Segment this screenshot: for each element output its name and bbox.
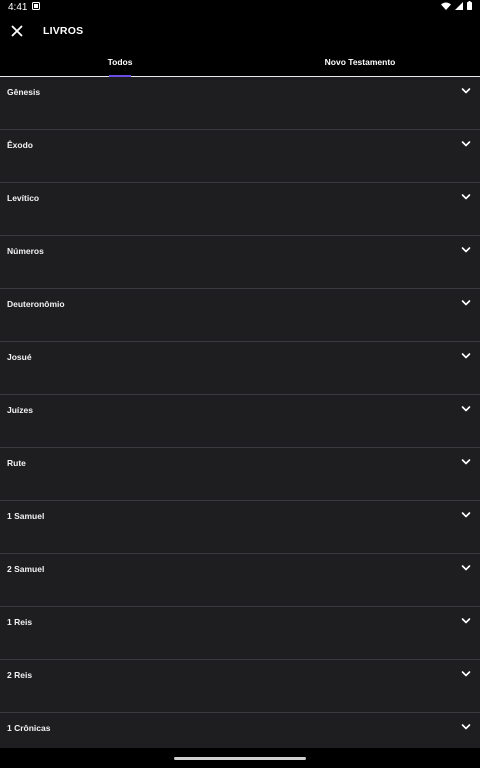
book-row-juizes[interactable]: Juízes	[0, 395, 480, 448]
book-name: 2 Samuel	[7, 564, 45, 574]
chevron-down-icon[interactable]	[460, 297, 472, 309]
chevron-down-icon[interactable]	[460, 509, 472, 521]
chevron-down-icon[interactable]	[460, 85, 472, 97]
close-button[interactable]	[7, 21, 27, 41]
book-name: Gênesis	[7, 87, 41, 97]
book-list: Gênesis Êxodo Levítico Números Deuteronô…	[0, 77, 480, 748]
book-name: Josué	[7, 352, 32, 362]
chevron-down-icon[interactable]	[460, 191, 472, 203]
book-name: Números	[7, 246, 44, 256]
book-row-exodo[interactable]: Êxodo	[0, 130, 480, 183]
book-row-josue[interactable]: Josué	[0, 342, 480, 395]
book-name: 2 Reis	[7, 670, 33, 680]
wifi-icon	[441, 2, 451, 13]
book-row-1-samuel[interactable]: 1 Samuel	[0, 501, 480, 554]
home-indicator[interactable]	[174, 757, 306, 760]
book-row-numeros[interactable]: Números	[0, 236, 480, 289]
book-row-2-samuel[interactable]: 2 Samuel	[0, 554, 480, 607]
book-row-rute[interactable]: Rute	[0, 448, 480, 501]
book-name: Rute	[7, 458, 26, 468]
chevron-down-icon[interactable]	[460, 668, 472, 680]
book-row-2-reis[interactable]: 2 Reis	[0, 660, 480, 713]
tab-todos[interactable]: Todos	[0, 48, 240, 76]
chevron-down-icon[interactable]	[460, 138, 472, 150]
notification-icon	[32, 1, 41, 13]
app-bar: LIVROS	[0, 14, 480, 48]
book-name: 1 Reis	[7, 617, 33, 627]
close-icon	[11, 25, 23, 37]
chevron-down-icon[interactable]	[460, 244, 472, 256]
book-name: Deuteronômio	[7, 299, 65, 309]
chevron-down-icon[interactable]	[460, 350, 472, 362]
tab-novo-testamento[interactable]: Novo Testamento	[240, 48, 480, 76]
chevron-down-icon[interactable]	[460, 403, 472, 415]
status-time: 4:41	[8, 1, 28, 13]
chevron-down-icon[interactable]	[460, 456, 472, 468]
book-name: Levítico	[7, 193, 40, 203]
book-name: Juízes	[7, 405, 33, 415]
book-row-deuteronomio[interactable]: Deuteronômio	[0, 289, 480, 342]
book-row-1-cronicas[interactable]: 1 Crônicas	[0, 713, 480, 748]
page-title: LIVROS	[43, 25, 84, 37]
book-row-genesis[interactable]: Gênesis	[0, 77, 480, 130]
book-name: Êxodo	[7, 140, 33, 150]
book-name: 1 Samuel	[7, 511, 45, 521]
chevron-down-icon[interactable]	[460, 562, 472, 574]
tab-bar: Todos Novo Testamento	[0, 48, 480, 77]
signal-icon	[455, 1, 463, 13]
book-row-1-reis[interactable]: 1 Reis	[0, 607, 480, 660]
chevron-down-icon[interactable]	[460, 721, 472, 733]
chevron-down-icon[interactable]	[460, 615, 472, 627]
battery-icon	[467, 1, 472, 13]
system-nav-bar	[0, 748, 480, 768]
status-bar: 4:41	[0, 0, 480, 14]
book-name: 1 Crônicas	[7, 723, 51, 733]
book-row-levitico[interactable]: Levítico	[0, 183, 480, 236]
